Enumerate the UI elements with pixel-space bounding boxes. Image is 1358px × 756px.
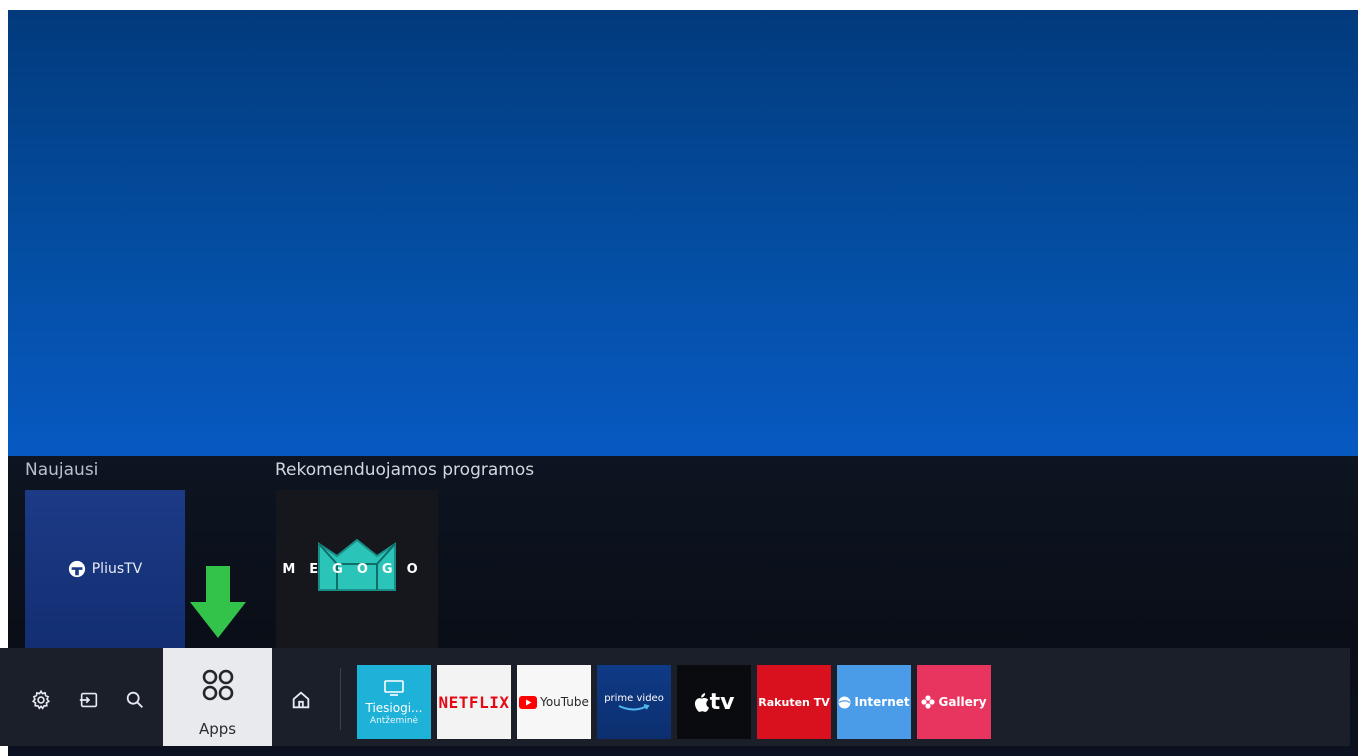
home-icon[interactable] bbox=[289, 688, 313, 712]
highlight-arrow-icon bbox=[190, 566, 246, 638]
app-tile-rakuten-tv[interactable]: Rakuten TV bbox=[757, 665, 831, 739]
app-name: prime video bbox=[604, 692, 664, 704]
app-name: Tiesiogi... bbox=[365, 700, 423, 715]
apple-logo-icon bbox=[694, 692, 709, 712]
app-name: Internet bbox=[854, 695, 910, 709]
recent-tile-plius-tv[interactable]: PliusTV bbox=[25, 490, 185, 648]
prime-smile-icon bbox=[618, 703, 650, 710]
plius-tv-logo: PliusTV bbox=[68, 560, 143, 578]
tv-screen bbox=[8, 10, 1358, 756]
search-icon[interactable] bbox=[123, 688, 147, 712]
tv-icon bbox=[384, 679, 404, 696]
app-name: Gallery bbox=[938, 695, 987, 709]
app-tile-internet[interactable]: Internet bbox=[837, 665, 911, 739]
plius-tv-icon bbox=[68, 560, 85, 578]
app-subtitle: Antžeminė bbox=[369, 715, 419, 726]
gallery-flower-icon bbox=[921, 695, 936, 709]
app-name: NETFLIX bbox=[438, 692, 510, 712]
youtube-play-icon bbox=[519, 695, 538, 709]
section-title-recommended: Rekomenduojamos programos bbox=[275, 460, 535, 480]
bar-divider bbox=[340, 668, 341, 730]
app-tile-live-tv[interactable]: Tiesiogi... Antžeminė bbox=[357, 665, 431, 739]
app-name: YouTube bbox=[540, 695, 589, 709]
apps-button-label: Apps bbox=[198, 720, 237, 738]
recommended-tile-megogo[interactable]: MEGOGO bbox=[276, 490, 438, 648]
input-source-icon[interactable] bbox=[77, 688, 101, 712]
tv-background bbox=[8, 10, 1358, 456]
section-title-recent: Naujausi bbox=[25, 460, 99, 480]
app-tile-apple-tv[interactable]: tv bbox=[677, 665, 751, 739]
app-name: Rakuten TV bbox=[758, 695, 830, 709]
app-tile-youtube[interactable]: YouTube bbox=[517, 665, 591, 739]
apps-grid-icon bbox=[202, 669, 233, 701]
megogo-logo-text: MEGOGO bbox=[282, 561, 432, 577]
gear-icon[interactable] bbox=[29, 688, 53, 712]
app-tile-netflix[interactable]: NETFLIX bbox=[437, 665, 511, 739]
app-name: tv bbox=[709, 689, 735, 715]
apps-button[interactable]: Apps bbox=[163, 648, 272, 746]
app-tile-prime-video[interactable]: prime video bbox=[597, 665, 671, 739]
app-tile-gallery[interactable]: Gallery bbox=[917, 665, 991, 739]
plius-tv-logo-text: PliusTV bbox=[91, 561, 143, 577]
internet-globe-icon bbox=[838, 696, 851, 708]
